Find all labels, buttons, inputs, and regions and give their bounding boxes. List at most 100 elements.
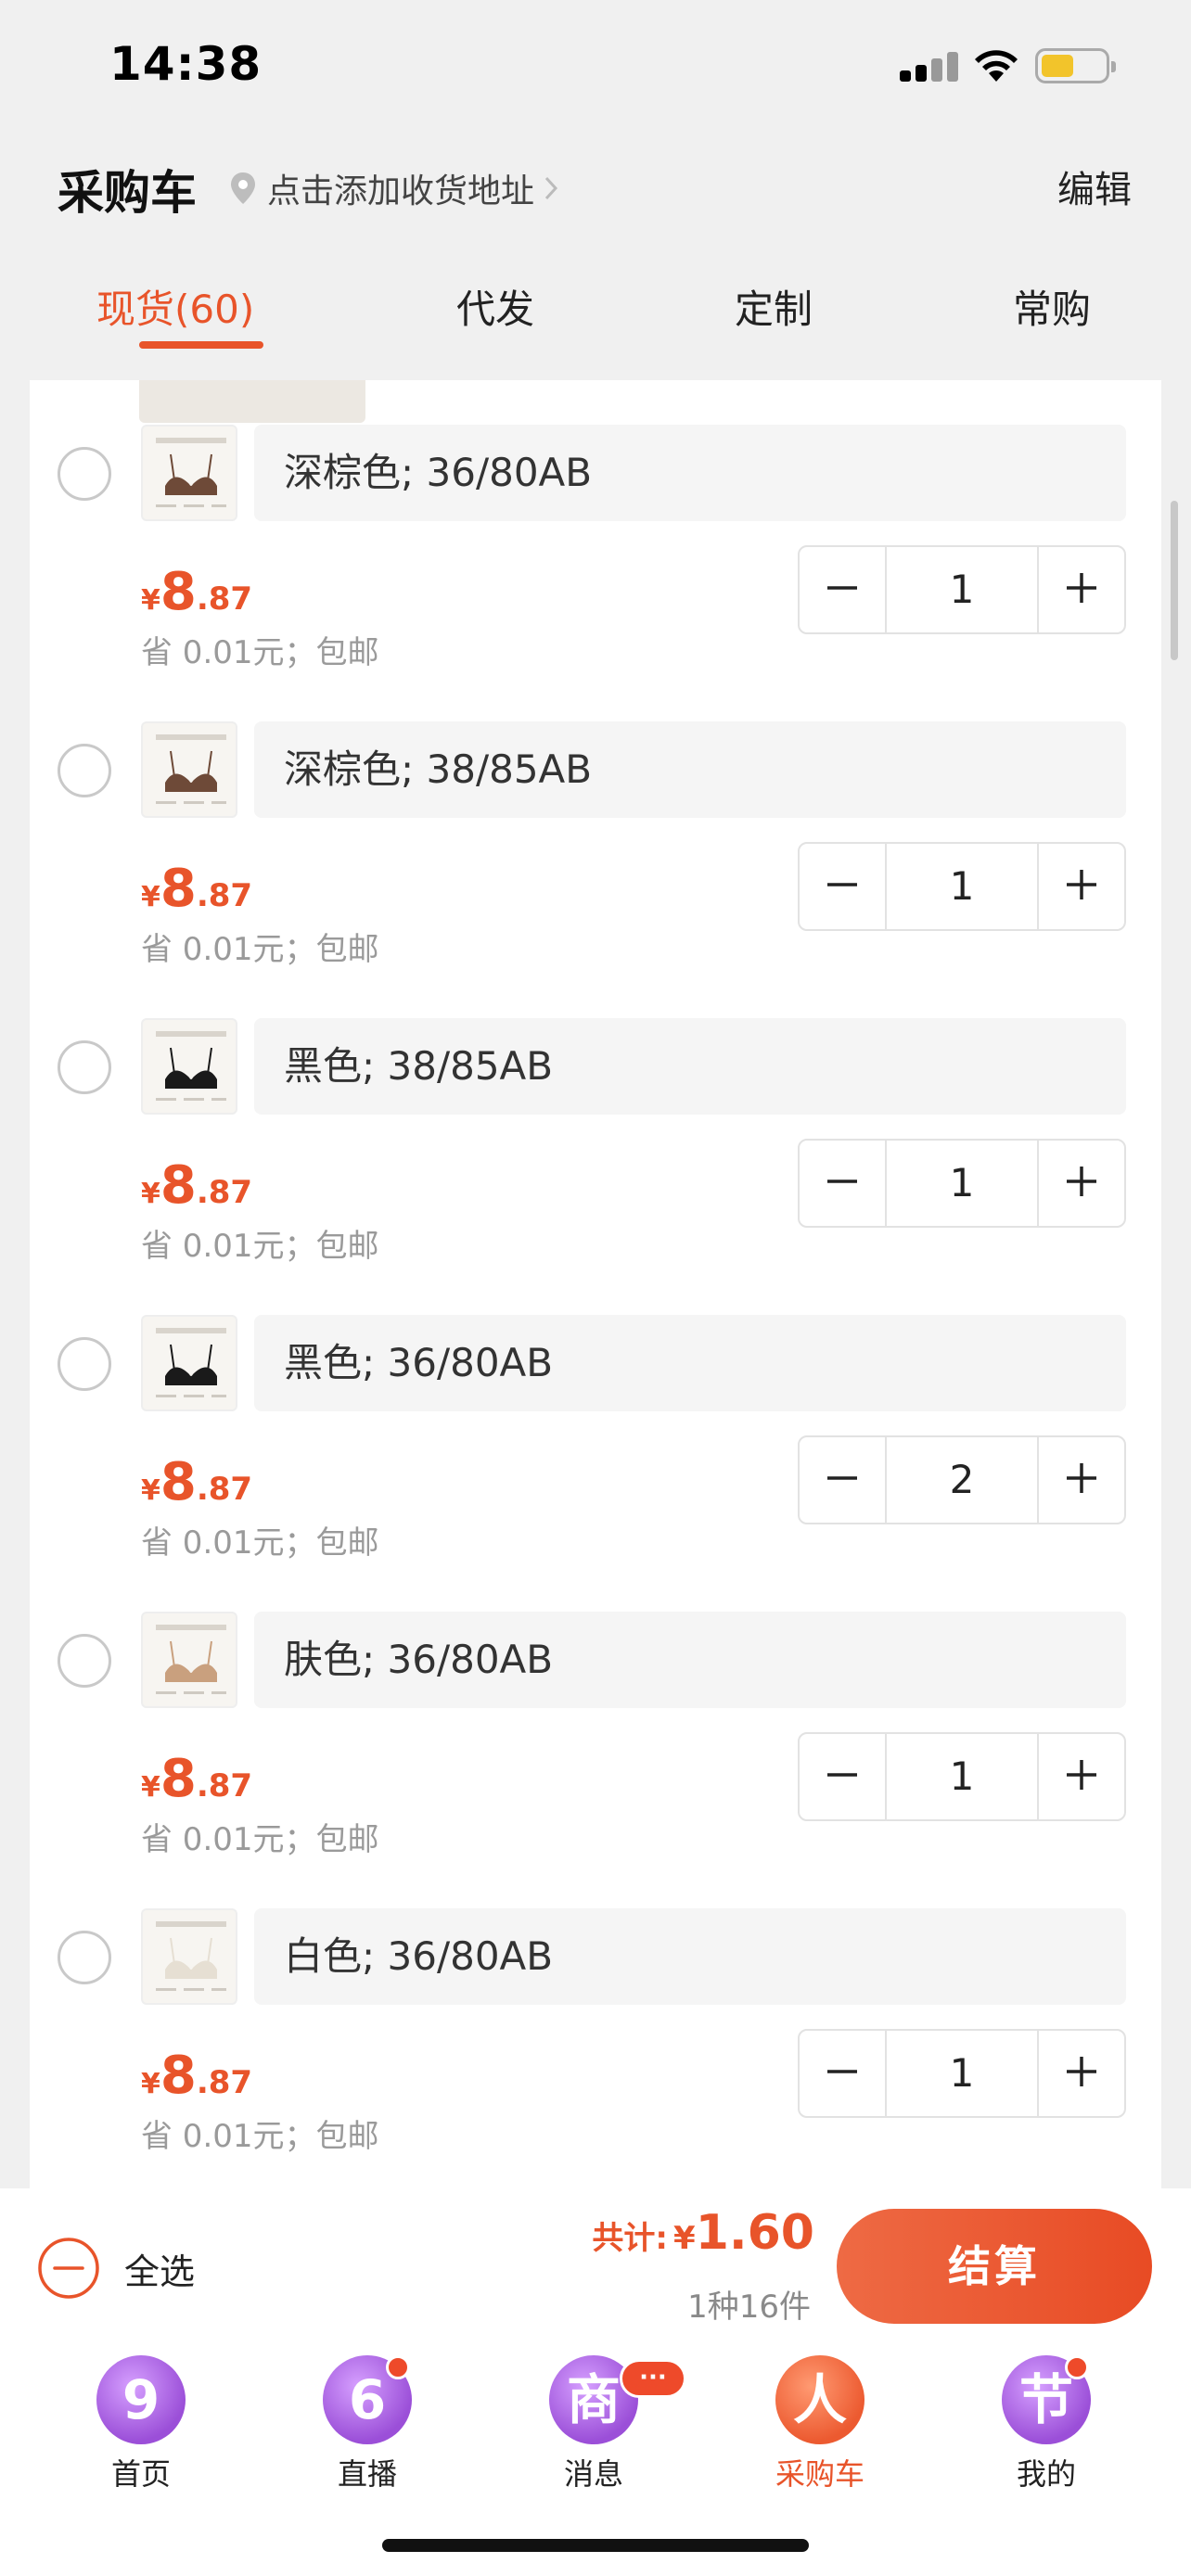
price-decimal: .87 xyxy=(196,877,253,914)
savings-note: 省 0.01元；包邮 xyxy=(141,634,379,671)
nav-glyph: 人 xyxy=(792,2368,847,2431)
savings-note: 省 0.01元；包邮 xyxy=(141,1524,379,1562)
status-time: 14:38 xyxy=(109,37,263,91)
tab-dropship[interactable]: 代发 xyxy=(456,278,534,335)
home-icon: 9 xyxy=(96,2355,186,2444)
increase-button[interactable] xyxy=(1039,1141,1124,1226)
unit-price: ¥8.87 xyxy=(141,562,252,622)
item-select-checkbox[interactable] xyxy=(58,1337,111,1391)
cellular-signal-icon xyxy=(900,52,959,82)
product-image[interactable] xyxy=(141,1018,237,1115)
quantity-value[interactable]: 1 xyxy=(885,844,1039,929)
minus-icon xyxy=(824,569,861,610)
plus-icon xyxy=(1063,1756,1100,1797)
quantity-value[interactable]: 1 xyxy=(885,2031,1039,2116)
increase-button[interactable] xyxy=(1039,1437,1124,1523)
nav-home[interactable]: 9 首页 xyxy=(67,2355,215,2494)
variant-selector[interactable]: 白色; 36/80AB xyxy=(254,1908,1126,2005)
nav-label: 首页 xyxy=(110,2456,171,2492)
decrease-button[interactable] xyxy=(800,547,885,632)
tab-frequent[interactable]: 常购 xyxy=(1013,278,1091,335)
notification-dot xyxy=(1065,2355,1089,2379)
decrease-button[interactable] xyxy=(800,1141,885,1226)
edit-button[interactable]: 编辑 xyxy=(1057,159,1132,213)
select-all-toggle[interactable]: 全选 xyxy=(37,2237,195,2300)
product-image[interactable] xyxy=(141,1612,237,1708)
price-currency: ¥ xyxy=(141,881,160,913)
nav-profile[interactable]: 节我的 xyxy=(972,2355,1121,2494)
increase-button[interactable] xyxy=(1039,2031,1124,2116)
increase-button[interactable] xyxy=(1039,844,1124,929)
price-decimal: .87 xyxy=(196,1767,253,1804)
scrollbar[interactable] xyxy=(1171,501,1178,660)
nav-live[interactable]: 6 直播 xyxy=(293,2355,442,2494)
home-indicator[interactable] xyxy=(382,2539,809,2552)
unit-price: ¥8.87 xyxy=(141,859,252,919)
item-select-checkbox[interactable] xyxy=(58,1931,111,1984)
product-image[interactable] xyxy=(141,1908,237,2005)
item-select-checkbox[interactable] xyxy=(58,1634,111,1688)
price-integer: 8 xyxy=(160,2046,197,2106)
cart-icon: 人 xyxy=(775,2355,864,2444)
savings-note: 省 0.01元；包邮 xyxy=(141,1228,379,1265)
tab-custom[interactable]: 定制 xyxy=(735,278,813,335)
variant-selector[interactable]: 黑色; 36/80AB xyxy=(254,1315,1126,1411)
price-integer: 8 xyxy=(160,1155,197,1216)
nav-messages[interactable]: 商 ··· 消息 xyxy=(519,2355,686,2494)
decrease-button[interactable] xyxy=(800,2031,885,2116)
savings-note: 省 0.01元；包邮 xyxy=(141,931,379,968)
plus-icon xyxy=(1063,866,1100,907)
minus-icon xyxy=(824,1163,861,1204)
quantity-stepper: 2 xyxy=(798,1435,1126,1524)
cart-item: 深棕色; 38/85AB ¥8.87 省 0.01元；包邮 1 xyxy=(30,721,1161,1018)
unit-price: ¥8.87 xyxy=(141,1452,252,1512)
checkout-button[interactable]: 结算 xyxy=(837,2209,1152,2324)
product-image[interactable] xyxy=(141,721,237,818)
quantity-stepper: 1 xyxy=(798,545,1126,634)
nav-cart[interactable]: 人采购车 xyxy=(746,2355,894,2494)
product-image[interactable] xyxy=(141,1315,237,1411)
minus-icon xyxy=(824,1756,861,1797)
minus-icon xyxy=(824,1460,861,1500)
variant-selector[interactable]: 黑色; 38/85AB xyxy=(254,1018,1126,1115)
price-currency: ¥ xyxy=(141,1474,160,1507)
plus-icon xyxy=(1063,1460,1100,1500)
decrease-button[interactable] xyxy=(800,844,885,929)
variant-selector[interactable]: 肤色; 36/80AB xyxy=(254,1612,1126,1708)
decrease-button[interactable] xyxy=(800,1437,885,1523)
item-count: 1种16件 xyxy=(687,2289,811,2326)
increase-button[interactable] xyxy=(1039,547,1124,632)
price-currency: ¥ xyxy=(141,1771,160,1804)
increase-button[interactable] xyxy=(1039,1734,1124,1819)
price-currency: ¥ xyxy=(141,1178,160,1210)
select-all-checkbox-icon xyxy=(38,2238,99,2299)
price-decimal: .87 xyxy=(196,2064,253,2101)
price-decimal: .87 xyxy=(196,580,253,618)
quantity-stepper: 1 xyxy=(798,842,1126,931)
price-integer: 8 xyxy=(160,562,197,622)
variant-selector[interactable]: 深棕色; 38/85AB xyxy=(254,721,1126,818)
price-decimal: .87 xyxy=(196,1471,253,1508)
plus-icon xyxy=(1063,2053,1100,2094)
total-currency: ¥ xyxy=(673,2220,696,2257)
item-select-checkbox[interactable] xyxy=(58,447,111,501)
item-select-checkbox[interactable] xyxy=(58,744,111,797)
add-address-link[interactable]: 点击添加收货地址 xyxy=(228,165,558,211)
quantity-value[interactable]: 1 xyxy=(885,1141,1039,1226)
variant-selector[interactable]: 深棕色; 36/80AB xyxy=(254,425,1126,521)
product-image[interactable] xyxy=(141,425,237,521)
cart-item-list[interactable]: 深棕色; 36/80AB ¥8.87 省 0.01元；包邮 1 深棕色; 38/85AB… xyxy=(30,380,1161,2188)
unit-price: ¥8.87 xyxy=(141,1155,252,1216)
nav-label: 直播 xyxy=(337,2456,397,2492)
item-select-checkbox[interactable] xyxy=(58,1040,111,1094)
quantity-value[interactable]: 1 xyxy=(885,547,1039,632)
total-label: 共计: xyxy=(592,2220,669,2257)
decrease-button[interactable] xyxy=(800,1734,885,1819)
header: 采购车 点击添加收货地址 编辑 xyxy=(0,139,1191,232)
price-currency: ¥ xyxy=(141,584,160,617)
message-badge: ··· xyxy=(620,2359,686,2398)
quantity-value[interactable]: 2 xyxy=(885,1437,1039,1523)
quantity-value[interactable]: 1 xyxy=(885,1734,1039,1819)
tab-in-stock[interactable]: 现货(60) xyxy=(96,278,254,335)
wifi-icon xyxy=(975,50,1018,82)
